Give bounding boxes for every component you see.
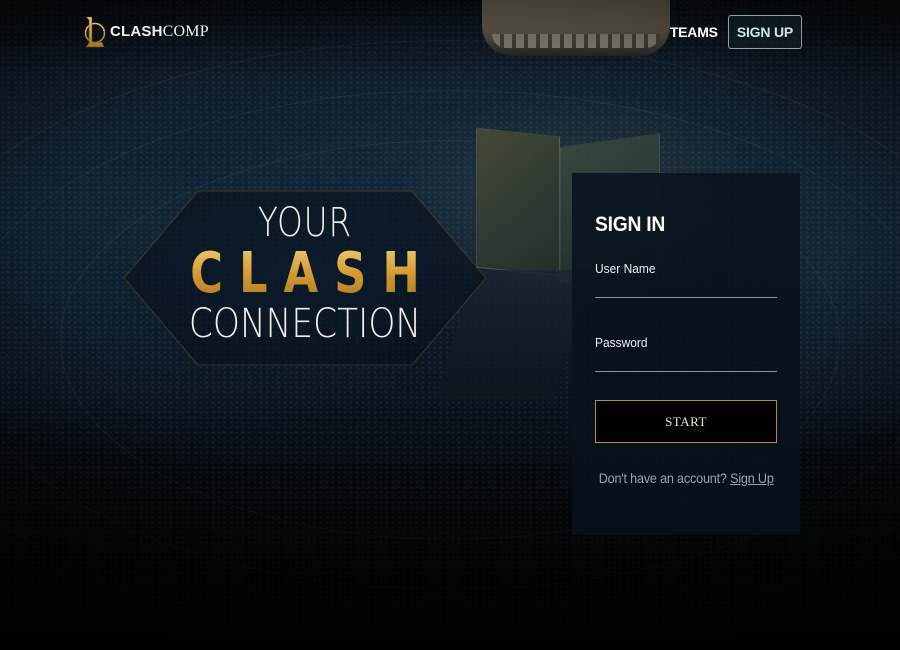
username-label: User Name <box>595 261 656 276</box>
signup-link[interactable]: Sign Up <box>730 470 774 486</box>
password-field-group: Password <box>595 335 777 372</box>
signin-title: SIGN IN <box>595 213 665 236</box>
signin-card: SIGN IN User Name Password START Don't h… <box>572 173 800 535</box>
league-l-logo-icon <box>84 16 105 48</box>
nav-teams-link[interactable]: TEAMS <box>670 24 718 40</box>
password-input[interactable] <box>595 350 777 372</box>
hero-line-your: YOUR <box>257 200 353 246</box>
hero-line-connection: CONNECTION <box>188 301 422 347</box>
start-button[interactable]: START <box>595 400 777 443</box>
nav-signup-button[interactable]: SIGN UP <box>727 15 802 49</box>
signup-prompt: Don't have an account? Sign Up <box>572 470 800 486</box>
nav-actions: TEAMS SIGN UP <box>670 15 802 49</box>
brand-name: CLASHCOMP <box>110 23 209 40</box>
username-field-group: User Name <box>595 261 777 298</box>
hero-line-clash: CLASH <box>157 241 453 306</box>
brand-home-link[interactable]: CLASHCOMP <box>83 15 209 49</box>
no-account-text: Don't have an account? <box>598 470 727 486</box>
hero-emblem: YOUR CLASH CONNECTION <box>120 183 490 373</box>
username-input[interactable] <box>595 276 777 298</box>
password-label: Password <box>595 335 648 350</box>
top-nav: CLASHCOMP TEAMS SIGN UP <box>0 0 900 64</box>
